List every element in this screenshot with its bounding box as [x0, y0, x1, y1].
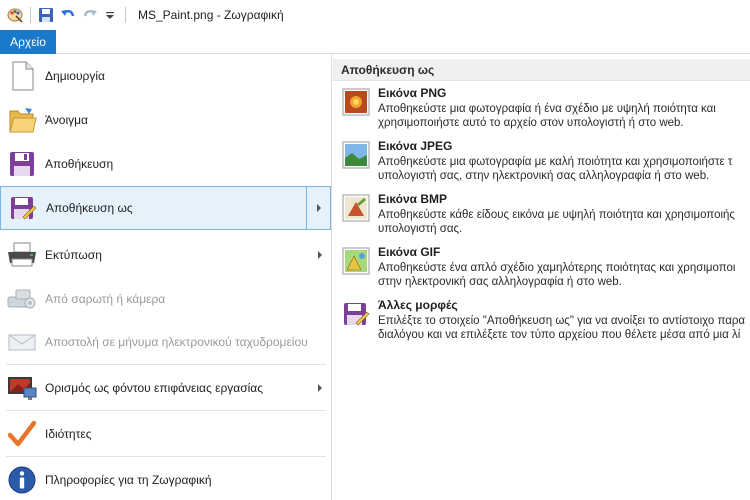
title-separator-2	[125, 7, 126, 23]
menu-item-label: Αποστολή σε μήνυμα ηλεκτρονικού ταχυδρομ…	[45, 335, 308, 349]
description-line: χρησιμοποιήστε αυτό το αρχείο στον υπολο…	[378, 117, 684, 129]
email-icon	[6, 326, 38, 358]
menu-item-about-paint[interactable]: Πληροφορίες για τη Ζωγραφική	[0, 458, 331, 500]
menu-item-save[interactable]: Αποθήκευση	[0, 142, 331, 186]
customize-qat-icon[interactable]	[101, 6, 119, 24]
menu-item-new[interactable]: Δημιουργία	[0, 54, 331, 98]
menu-item-label: Δημιουργία	[45, 69, 105, 83]
menu-item-from-scanner: Από σαρωτή ή κάμερα	[0, 277, 331, 321]
option-description: Επιλέξτε το στοιχείο "Αποθήκευση ως" για…	[378, 314, 750, 342]
redo-icon[interactable]	[81, 6, 99, 24]
option-title: Εικόνα PNG	[378, 86, 447, 100]
option-title: Εικόνα GIF	[378, 245, 441, 259]
jpeg-image-icon	[342, 141, 370, 169]
menu-item-save-as[interactable]: Αποθήκευση ως	[0, 186, 331, 230]
menu-item-label: Εκτύπωση	[45, 247, 102, 262]
checkmark-icon	[6, 418, 38, 450]
title-separator	[30, 7, 31, 23]
chevron-right-icon	[317, 204, 321, 212]
desktop-background-icon	[6, 372, 38, 404]
save-as-icon	[7, 192, 39, 224]
menu-item-label: Ορισμός ως φόντου επιφάνειας εργασίας	[45, 381, 264, 395]
save-as-jpeg-option[interactable]: Εικόνα JPEG Αποθηκεύστε μια φωτογραφία μ…	[333, 139, 750, 191]
description-line: Αποθηκεύστε μια φωτογραφία με καλή ποιότ…	[378, 156, 733, 168]
ribbon-tab-strip: Αρχείο	[0, 30, 750, 54]
new-document-icon	[6, 60, 38, 92]
paint-app-icon[interactable]	[6, 6, 24, 24]
description-line: Επιλέξτε το στοιχείο "Αποθήκευση ως" για…	[378, 315, 746, 327]
menu-item-send-email: Αποστολή σε μήνυμα ηλεκτρονικού ταχυδρομ…	[0, 321, 331, 363]
chevron-right-icon	[318, 384, 322, 392]
save-as-other-formats-option[interactable]: Άλλες μορφές Επιλέξτε το στοιχείο "Αποθή…	[333, 298, 750, 350]
menu-item-label: Άνοιγμα	[45, 113, 88, 127]
option-title: Άλλες μορφές	[378, 298, 458, 312]
file-tab[interactable]: Αρχείο	[0, 30, 56, 54]
option-title: Εικόνα JPEG	[378, 139, 453, 153]
scanner-camera-icon	[6, 283, 38, 315]
undo-icon[interactable]	[59, 6, 77, 24]
info-icon	[6, 464, 38, 496]
panel-heading: Αποθήκευση ως	[333, 59, 750, 81]
gif-image-icon	[342, 247, 370, 275]
menu-item-label: Από σαρωτή ή κάμερα	[45, 292, 166, 306]
option-title: Εικόνα BMP	[378, 192, 448, 206]
description-line: Αποθηκεύστε μια φωτογραφία ή ένα σχέδιο …	[378, 103, 716, 115]
png-image-icon	[342, 88, 370, 116]
option-description: Αποθηκεύστε ένα απλό σχέδιο χαμηλότερης …	[378, 261, 750, 289]
option-description: Αποθηκεύστε κάθε είδους εικόνα με υψηλή …	[378, 208, 750, 236]
menu-item-label: Αποθήκευση ως	[46, 201, 133, 215]
menu-item-properties[interactable]: Ιδιότητες	[0, 412, 331, 456]
title-bar: MS_Paint.png - Ζωγραφική	[0, 0, 750, 30]
save-as-panel: Αποθήκευση ως Εικόνα PNG Αποθηκεύστε μια…	[333, 54, 750, 500]
save-as-png-option[interactable]: Εικόνα PNG Αποθηκεύστε μια φωτογραφία ή …	[333, 86, 750, 138]
window-title: MS_Paint.png - Ζωγραφική	[138, 8, 284, 22]
menu-item-open[interactable]: Άνοιγμα	[0, 98, 331, 142]
description-line: υπολογιστή σας, στην ηλεκτρονική σας αλλ…	[378, 170, 710, 182]
other-formats-icon	[342, 300, 370, 328]
save-as-bmp-option[interactable]: Εικόνα BMP Αποθηκεύστε κάθε είδους εικόν…	[333, 192, 750, 244]
description-line: Αποθηκεύστε κάθε είδους εικόνα με υψηλή …	[378, 209, 735, 221]
bmp-image-icon	[342, 194, 370, 222]
menu-item-label: Πληροφορίες για τη Ζωγραφική	[45, 473, 212, 487]
menu-divider	[6, 364, 326, 365]
printer-icon	[6, 239, 38, 271]
open-folder-icon	[6, 104, 38, 136]
file-menu: Δημιουργία Άνοιγμα Αποθήκευση Αποθήκευση…	[0, 54, 332, 500]
menu-divider	[6, 456, 326, 457]
description-line: διαλόγου και να επιλέξετε τον τύπο αρχεί…	[378, 329, 741, 341]
menu-item-label: Αποθήκευση	[45, 157, 114, 171]
description-line: στην ηλεκτρονική σας αλληλογραφία ή στο …	[378, 276, 622, 288]
save-icon[interactable]	[37, 6, 55, 24]
description-line: Αποθηκεύστε ένα απλό σχέδιο χαμηλότερης …	[378, 262, 736, 274]
menu-item-label: Ιδιότητες	[45, 427, 92, 441]
menu-item-print[interactable]: Εκτύπωση	[0, 232, 331, 277]
menu-divider	[6, 410, 326, 411]
description-line: υπολογιστή σας.	[378, 223, 463, 235]
save-as-gif-option[interactable]: Εικόνα GIF Αποθηκεύστε ένα απλό σχέδιο χ…	[333, 245, 750, 297]
menu-item-set-desktop-background[interactable]: Ορισμός ως φόντου επιφάνειας εργασίας	[0, 366, 331, 410]
chevron-right-icon	[318, 250, 322, 259]
save-icon	[6, 148, 38, 180]
option-description: Αποθηκεύστε μια φωτογραφία ή ένα σχέδιο …	[378, 102, 750, 130]
option-description: Αποθηκεύστε μια φωτογραφία με καλή ποιότ…	[378, 155, 750, 183]
